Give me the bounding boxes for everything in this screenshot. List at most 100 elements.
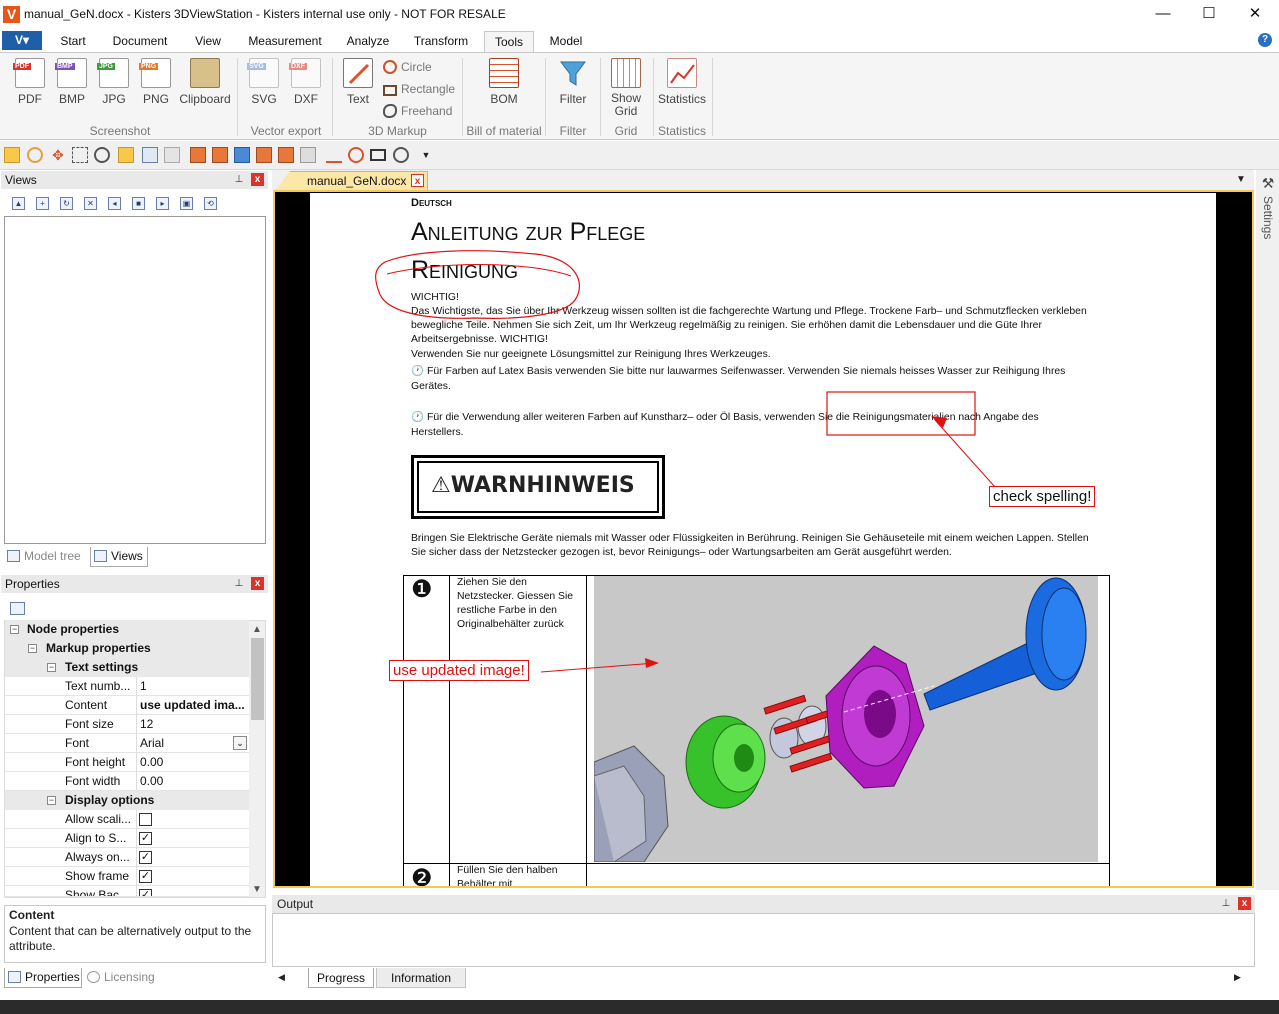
group-display-options[interactable]: − Display options: [5, 791, 249, 810]
filter-button[interactable]: Filter: [552, 58, 594, 106]
allow-scaling-checkbox[interactable]: [139, 813, 152, 826]
tab-progress[interactable]: Progress: [308, 968, 374, 988]
tab-licensing[interactable]: Licensing: [84, 968, 162, 988]
bmp-button[interactable]: BMP BMP: [54, 58, 90, 106]
clipboard-button[interactable]: Clipboard: [178, 58, 232, 106]
properties-pin-icon[interactable]: ⊥: [234, 579, 244, 589]
text-markup-button[interactable]: Text: [340, 58, 376, 106]
scroll-up-icon[interactable]: ▲: [252, 624, 262, 635]
rectangle-markup-button[interactable]: Rectangle: [383, 82, 455, 96]
collapse-icon[interactable]: −: [47, 663, 56, 672]
tab-view[interactable]: View: [186, 31, 230, 52]
tab-tools[interactable]: Tools: [484, 31, 534, 52]
document-tab-close-icon[interactable]: x: [411, 174, 424, 187]
view-right-icon[interactable]: [256, 147, 272, 163]
view-refresh-icon[interactable]: ↻: [60, 197, 73, 210]
document-list-dropdown-icon[interactable]: ▼: [1236, 174, 1246, 185]
views-pin-icon[interactable]: ⊥: [234, 175, 244, 185]
tab-start[interactable]: Start: [50, 31, 96, 52]
views-list[interactable]: [4, 216, 266, 544]
select-tool-icon[interactable]: [4, 147, 20, 163]
prop-row-show-frame[interactable]: Show frame ✓: [5, 867, 249, 886]
view-front-icon[interactable]: [190, 147, 206, 163]
scroll-thumb[interactable]: [251, 638, 264, 720]
prop-row-font-width[interactable]: Font width 0.00: [5, 772, 249, 791]
font-dropdown-icon[interactable]: ⌄: [233, 736, 247, 750]
view-image-icon[interactable]: ▣: [180, 197, 193, 210]
svg-button[interactable]: SVG SVG: [246, 58, 282, 106]
tab-analyze[interactable]: Analyze: [338, 31, 398, 52]
prop-row-content[interactable]: Content use updated ima...: [5, 696, 249, 715]
close-window-button[interactable]: ✕: [1232, 0, 1278, 30]
output-pin-icon[interactable]: ⊥: [1221, 899, 1231, 909]
circle-tool-icon[interactable]: [348, 147, 364, 163]
jpg-button[interactable]: JPG JPG: [96, 58, 132, 106]
view-left-icon[interactable]: [234, 147, 250, 163]
prop-row-font-size[interactable]: Font size 12: [5, 715, 249, 734]
view-back-icon[interactable]: [212, 147, 228, 163]
show-frame-checkbox[interactable]: ✓: [139, 870, 152, 883]
rotate-tool-icon[interactable]: [27, 147, 43, 163]
view-prev-icon[interactable]: ◂: [108, 197, 121, 210]
collapse-icon[interactable]: −: [47, 796, 56, 805]
tab-document[interactable]: Document: [104, 31, 176, 52]
tab-measurement[interactable]: Measurement: [240, 31, 330, 52]
output-tabs-right-icon[interactable]: ▶: [1234, 972, 1241, 983]
show-background-checkbox[interactable]: ✓: [139, 889, 152, 896]
3d-viewport[interactable]: Deutsch Anleitung zur Pflege Reinigung W…: [273, 190, 1254, 888]
settings-tab[interactable]: Settings: [1259, 196, 1277, 256]
always-on-top-checkbox[interactable]: ✓: [139, 851, 152, 864]
toolbar-overflow-icon[interactable]: ▼: [418, 147, 434, 163]
tab-properties[interactable]: Properties: [4, 968, 82, 988]
tab-information[interactable]: Information: [376, 968, 466, 988]
scroll-down-icon[interactable]: ▼: [252, 884, 262, 895]
minimize-button[interactable]: —: [1140, 0, 1186, 30]
output-close-icon[interactable]: x: [1238, 897, 1251, 910]
view-stop-icon[interactable]: ■: [132, 197, 145, 210]
pick-disabled-icon[interactable]: [164, 147, 180, 163]
view-home-icon[interactable]: ▲: [12, 197, 25, 210]
view-add-icon[interactable]: +: [36, 197, 49, 210]
measure-line-icon[interactable]: [326, 147, 342, 163]
bom-button[interactable]: BOM: [480, 58, 528, 106]
prop-row-align-to-screen[interactable]: Align to S... ✓: [5, 829, 249, 848]
group-node-properties[interactable]: − Node properties: [5, 620, 249, 639]
properties-close-icon[interactable]: x: [251, 577, 264, 590]
views-close-icon[interactable]: x: [251, 173, 264, 186]
prop-row-show-background[interactable]: Show Bac... ✓: [5, 886, 249, 897]
maximize-button[interactable]: ☐: [1186, 0, 1232, 30]
app-menu-button[interactable]: V▾: [2, 31, 42, 50]
tab-views[interactable]: Views: [90, 547, 148, 567]
view-delete-icon[interactable]: ✕: [84, 197, 97, 210]
tab-model[interactable]: Model: [542, 31, 590, 52]
tab-model-tree[interactable]: Model tree: [4, 547, 88, 567]
markup-check-spelling[interactable]: check spelling!: [989, 486, 1096, 507]
pdf-button[interactable]: PDF PDF: [12, 58, 48, 106]
properties-copy-icon[interactable]: [10, 602, 25, 615]
collapse-icon[interactable]: −: [10, 625, 19, 634]
select-mode-icon[interactable]: [118, 147, 134, 163]
prop-row-allow-scaling[interactable]: Allow scali...: [5, 810, 249, 829]
collapse-icon[interactable]: −: [28, 644, 37, 653]
prop-row-font[interactable]: Font Arial ⌄: [5, 734, 249, 753]
prop-row-always-on-top[interactable]: Always on... ✓: [5, 848, 249, 867]
rectangle-tool-icon[interactable]: [370, 149, 386, 161]
pan-tool-icon[interactable]: ✥: [50, 147, 66, 163]
prop-row-text-number[interactable]: Text numb... 1: [5, 677, 249, 696]
statistics-button[interactable]: Statistics: [656, 58, 708, 106]
pick-icon[interactable]: [142, 147, 158, 163]
freehand-markup-button[interactable]: Freehand: [383, 104, 452, 118]
group-text-settings[interactable]: − Text settings: [5, 658, 249, 677]
app-logo-icon[interactable]: V: [3, 6, 20, 23]
view-bottom-icon[interactable]: [300, 147, 316, 163]
circle-markup-button[interactable]: Circle: [383, 60, 432, 74]
freehand-tool-icon[interactable]: [393, 147, 409, 163]
zoom-box-icon[interactable]: [72, 147, 88, 163]
settings-wrench-icon[interactable]: ⚒: [1259, 175, 1277, 191]
help-icon[interactable]: ?: [1258, 33, 1272, 47]
show-grid-button[interactable]: Show Grid: [604, 58, 648, 118]
view-top-icon[interactable]: [278, 147, 294, 163]
output-log[interactable]: [272, 913, 1255, 967]
markup-layer[interactable]: [275, 192, 1254, 888]
output-tabs-left-icon[interactable]: ◀: [278, 972, 285, 983]
